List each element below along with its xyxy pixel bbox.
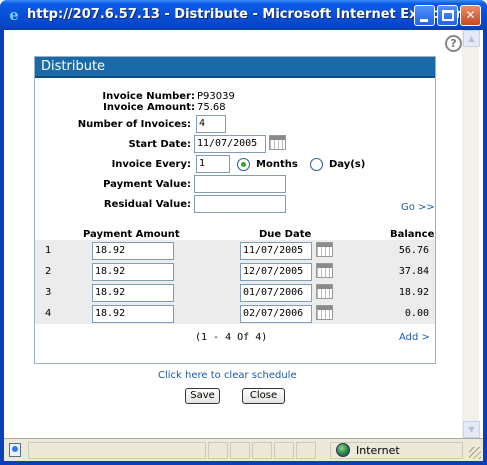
- status-pane: [296, 442, 316, 459]
- due-date-field[interactable]: 11/07/2005: [240, 242, 312, 260]
- help-icon[interactable]: ?: [445, 35, 462, 52]
- row-number: 1: [45, 245, 52, 256]
- table-row: 4 18.92 02/07/2006 0.00: [35, 303, 435, 324]
- balance-value: 56.76: [398, 245, 429, 256]
- close-button[interactable]: Close: [242, 388, 285, 404]
- page-done-icon: [9, 443, 21, 457]
- days-radio[interactable]: [310, 158, 323, 171]
- due-date-calendar-icon[interactable]: [316, 284, 333, 299]
- close-window-button[interactable]: ✕: [460, 5, 481, 26]
- minimize-button[interactable]: [414, 5, 435, 26]
- due-date-field[interactable]: 12/07/2005: [240, 263, 312, 281]
- panel-header: Distribute: [35, 57, 435, 78]
- due-date-field[interactable]: 02/07/2006: [240, 305, 312, 323]
- due-date-calendar-icon[interactable]: [316, 305, 333, 320]
- minimize-icon: [420, 19, 428, 22]
- table-row: 1 18.92 11/07/2005 56.76: [35, 240, 435, 261]
- row-number: 2: [45, 266, 52, 277]
- invoice-every-label: Invoice Every:: [111, 159, 191, 170]
- security-zone-text: Internet: [356, 444, 400, 457]
- invoice-amount-value: 75.68: [197, 102, 226, 113]
- table-row: 2 18.92 12/07/2005 37.84: [35, 261, 435, 282]
- number-of-invoices-label: Number of Invoices:: [77, 119, 191, 130]
- row-number: 4: [45, 308, 52, 319]
- days-label: Day(s): [329, 159, 366, 170]
- invoice-every-field[interactable]: 1: [196, 155, 230, 173]
- balance-value: 0.00: [404, 308, 429, 319]
- invoice-amount-label: Invoice Amount:: [103, 102, 195, 113]
- balance-value: 37.84: [398, 266, 429, 277]
- months-radio[interactable]: [237, 158, 250, 171]
- add-link[interactable]: Add >: [399, 332, 430, 343]
- months-label: Months: [256, 159, 298, 170]
- scroll-up-arrow-icon[interactable]: ▲: [463, 30, 480, 47]
- browser-window: e http://207.6.57.13 - Distribute - Micr…: [0, 0, 487, 465]
- maximize-button[interactable]: [437, 5, 458, 26]
- residual-value-field[interactable]: [194, 195, 286, 213]
- status-pane: [252, 442, 272, 459]
- payment-amount-field[interactable]: 18.92: [92, 242, 174, 260]
- start-date-label: Start Date:: [128, 139, 191, 150]
- payment-amount-field[interactable]: 18.92: [92, 263, 174, 281]
- title-bar[interactable]: e http://207.6.57.13 - Distribute - Micr…: [0, 0, 487, 30]
- payment-amount-header: Payment Amount: [83, 229, 180, 240]
- save-button[interactable]: Save: [185, 388, 220, 404]
- payment-amount-field[interactable]: 18.92: [92, 305, 174, 323]
- maximize-icon: [442, 10, 454, 21]
- clear-schedule-link[interactable]: Click here to clear schedule: [158, 370, 297, 381]
- start-date-calendar-icon[interactable]: [269, 135, 286, 150]
- pager-text: (1 - 4 Of 4): [195, 332, 268, 343]
- balance-value: 18.92: [398, 287, 429, 298]
- due-date-calendar-icon[interactable]: [316, 242, 333, 257]
- status-pane: [208, 442, 228, 459]
- table-row: 3 18.92 01/07/2006 18.92: [35, 282, 435, 303]
- residual-value-label: Residual Value:: [103, 199, 191, 210]
- number-of-invoices-field[interactable]: 4: [196, 115, 226, 133]
- resize-grip-icon[interactable]: [469, 447, 481, 459]
- payment-value-label: Payment Value:: [103, 179, 191, 190]
- scroll-down-arrow-icon[interactable]: ▼: [463, 421, 480, 438]
- internet-zone-globe-icon: [336, 443, 350, 457]
- window-title: http://207.6.57.13 - Distribute - Micros…: [27, 7, 462, 22]
- invoice-number-value: P93039: [197, 91, 235, 102]
- invoice-number-label: Invoice Number:: [102, 91, 195, 102]
- status-pane: [230, 442, 250, 459]
- vertical-scrollbar[interactable]: ▲ ▼: [462, 30, 480, 438]
- start-date-field[interactable]: 11/07/2005: [194, 135, 266, 153]
- status-bar: Internet: [4, 438, 483, 461]
- distribute-panel: Distribute Invoice Number: P93039 Invoic…: [34, 56, 436, 364]
- balance-header: Balance: [390, 229, 435, 240]
- internet-explorer-icon: e: [9, 6, 19, 24]
- status-text-pane: [28, 442, 206, 459]
- row-number: 3: [45, 287, 52, 298]
- payment-amount-field[interactable]: 18.92: [92, 284, 174, 302]
- status-pane: [274, 442, 294, 459]
- close-icon: ✕: [465, 8, 476, 22]
- go-link[interactable]: Go >>: [401, 202, 435, 213]
- due-date-field[interactable]: 01/07/2006: [240, 284, 312, 302]
- due-date-calendar-icon[interactable]: [316, 263, 333, 278]
- due-date-header: Due Date: [259, 229, 312, 240]
- payment-value-field[interactable]: [194, 175, 286, 193]
